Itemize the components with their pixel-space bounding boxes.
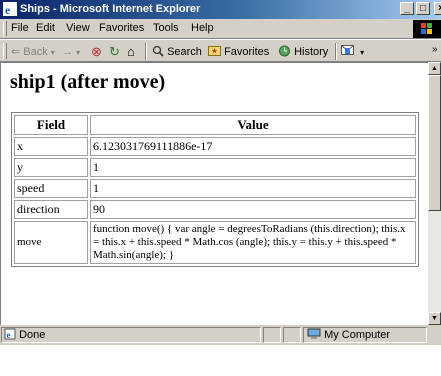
my-computer-icon — [307, 328, 321, 339]
field-column-header: Field — [14, 115, 88, 135]
forward-button[interactable]: → ▾ — [62, 44, 80, 60]
table-row: x 6.123031769111886e-17 — [14, 137, 416, 156]
page-heading: ship1 (after move) — [10, 71, 166, 93]
back-button[interactable]: ⇐ Back ▾ — [11, 44, 55, 60]
menu-grip[interactable] — [3, 21, 7, 36]
field-cell: direction — [14, 200, 88, 219]
status-text-panel: e Done — [1, 327, 261, 343]
security-zone-panel: My Computer — [303, 327, 427, 343]
back-dropdown-icon[interactable]: ▾ — [51, 48, 55, 57]
status-panel — [263, 327, 281, 343]
home-button[interactable]: ⌂ — [127, 44, 135, 60]
favorites-icon — [208, 46, 221, 56]
field-cell: y — [14, 158, 88, 177]
field-cell: speed — [14, 179, 88, 198]
forward-icon: → — [62, 46, 73, 58]
close-button[interactable]: × — [434, 2, 441, 15]
menu-file[interactable]: File — [11, 22, 29, 34]
page-done-icon: e — [4, 328, 16, 340]
window-title: Ships - Microsoft Internet Explorer — [20, 3, 201, 15]
mail-icon — [341, 45, 354, 55]
history-label: History — [294, 46, 329, 58]
menu-favorites[interactable]: Favorites — [99, 22, 144, 34]
ie-icon: e — [3, 2, 17, 16]
value-cell: 90 — [90, 200, 416, 219]
toolbar-grip[interactable] — [3, 43, 7, 59]
history-button[interactable]: History — [278, 44, 328, 60]
menu-tools[interactable]: Tools — [153, 22, 179, 34]
value-cell: 6.123031769111886e-17 — [90, 137, 416, 156]
toolbar-more-chevron[interactable]: » — [432, 44, 438, 55]
security-zone-label: My Computer — [324, 329, 391, 341]
stop-button[interactable]: ⊗ — [91, 44, 102, 60]
browser-window: e Ships - Microsoft Internet Explorer _ … — [0, 0, 441, 345]
favorites-label: Favorites — [224, 46, 270, 58]
status-text: Done — [19, 329, 46, 341]
value-cell: 1 — [90, 158, 416, 177]
standard-toolbar: ⇐ Back ▾ → ▾ ⊗ ↻ ⌂ Search Favorites Hist… — [0, 39, 441, 62]
value-cell: 1 — [90, 179, 416, 198]
search-button[interactable]: Search — [152, 44, 202, 60]
table-row: y 1 — [14, 158, 416, 177]
search-label: Search — [167, 46, 202, 58]
menu-bar: File Edit View Favorites Tools Help — [0, 19, 441, 39]
menu-edit[interactable]: Edit — [36, 22, 55, 34]
refresh-icon: ↻ — [109, 44, 120, 59]
field-cell: x — [14, 137, 88, 156]
field-cell: move — [14, 221, 88, 264]
value-column-header: Value — [90, 115, 416, 135]
menu-view[interactable]: View — [66, 22, 90, 34]
vertical-scrollbar[interactable]: ▲ ▼ — [428, 62, 441, 325]
forward-dropdown-icon[interactable]: ▾ — [76, 48, 80, 57]
minimize-button[interactable]: _ — [400, 2, 414, 15]
page-content: ship1 (after move) Field Value x 6.12303… — [0, 62, 428, 325]
status-panel — [283, 327, 301, 343]
table-row: speed 1 — [14, 179, 416, 198]
svg-text:e: e — [7, 330, 11, 340]
favorites-button[interactable]: Favorites — [208, 44, 269, 60]
status-bar: e Done My Computer — [0, 325, 441, 345]
windows-logo-icon — [421, 23, 432, 34]
table-row: direction 90 — [14, 200, 416, 219]
table-header-row: Field Value — [14, 115, 416, 135]
mail-dropdown-icon[interactable]: ▾ — [360, 48, 364, 57]
stop-icon: ⊗ — [91, 44, 102, 59]
mail-button[interactable]: ▾ — [341, 44, 364, 60]
maximize-button[interactable]: □ — [416, 2, 430, 15]
windows-logo — [413, 20, 441, 38]
scroll-thumb[interactable] — [428, 75, 441, 211]
back-label: ⇐ Back — [11, 46, 48, 58]
menu-help[interactable]: Help — [191, 22, 214, 34]
search-icon — [152, 45, 164, 57]
refresh-button[interactable]: ↻ — [109, 44, 120, 60]
home-icon: ⌂ — [127, 44, 135, 59]
svg-text:e: e — [5, 3, 11, 16]
value-cell: function move() { var angle = degreesToR… — [90, 221, 416, 264]
table-row: move function move() { var angle = degre… — [14, 221, 416, 264]
title-bar[interactable]: e Ships - Microsoft Internet Explorer _ … — [0, 0, 441, 19]
toolbar-separator — [145, 43, 147, 60]
history-icon — [279, 45, 290, 57]
toolbar-separator — [335, 43, 337, 60]
scroll-down-button[interactable]: ▼ — [428, 312, 441, 325]
scroll-up-button[interactable]: ▲ — [428, 62, 441, 75]
fields-table: Field Value x 6.123031769111886e-17 y 1 … — [11, 112, 419, 267]
